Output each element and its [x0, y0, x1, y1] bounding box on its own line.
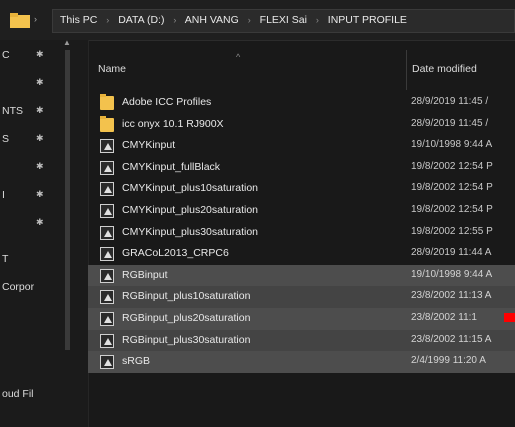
date-modified: 28/9/2019 11:45 /	[411, 117, 489, 129]
icc-profile-icon	[100, 333, 114, 348]
file-row[interactable]: RGBinput 19/10/1998 9:44 A	[88, 264, 515, 287]
icc-profile-icon	[100, 160, 114, 175]
date-modified: 19/10/1998 9:44 A	[411, 139, 493, 151]
folder-icon	[100, 94, 114, 110]
file-row[interactable]: RGBinput_plus10saturation 23/8/2002 11:13…	[88, 286, 515, 308]
nav-item[interactable]: Corpor	[0, 278, 76, 298]
pin-icon[interactable]: ✱	[36, 77, 44, 88]
nav-item-label: S	[2, 133, 10, 145]
breadcrumb-input-profile[interactable]: INPUT PROFILE	[328, 14, 407, 26]
pin-icon[interactable]: ✱	[36, 161, 44, 172]
nav-item[interactable]: T	[0, 250, 76, 270]
breadcrumb-separator[interactable]: ›	[173, 15, 176, 25]
date-modified: 19/8/2002 12:55 P	[411, 225, 493, 237]
pin-icon[interactable]: ✱	[36, 217, 44, 228]
file-name: sRGB	[122, 355, 151, 368]
file-row[interactable]: CMYKinput_plus30saturation 19/8/2002 12:5…	[88, 222, 515, 244]
file-row[interactable]: GRACoL2013_CRPC6 28/9/2019 11:44 A	[88, 243, 515, 265]
icc-profile-icon	[100, 139, 114, 154]
file-name: CMYKinput	[122, 139, 176, 152]
column-divider[interactable]	[406, 50, 407, 90]
file-name: RGBinput_plus20saturation	[122, 311, 251, 324]
file-name: GRACoL2013_CRPC6	[122, 247, 229, 260]
file-name: icc onyx 10.1 RJ900X	[122, 117, 224, 130]
column-header-date-modified[interactable]: Date modified	[412, 63, 477, 75]
folder-icon	[100, 115, 114, 132]
date-modified: 28/9/2019 11:44 A	[411, 247, 492, 259]
file-name: CMYKinput_plus30saturation	[122, 225, 258, 238]
date-modified: 19/8/2002 12:54 P	[411, 203, 493, 215]
folder-row[interactable]: Adobe ICC Profiles 28/9/2019 11:45 /	[88, 92, 515, 114]
breadcrumb[interactable]: This PC › DATA (D:) › ANH VANG › FLEXI S…	[60, 14, 407, 26]
date-modified: 19/10/1998 9:44 A	[411, 268, 493, 280]
nav-item-label: Corpor	[2, 281, 35, 293]
folder-row[interactable]: icc onyx 10.1 RJ900X 28/9/2019 11:45 /	[88, 114, 515, 136]
pin-icon[interactable]: ✱	[36, 49, 44, 60]
chevron-right-icon[interactable]: ›	[34, 14, 37, 24]
breadcrumb-anh-vang[interactable]: ANH VANG	[185, 14, 239, 26]
breadcrumb-flexi-sai[interactable]: FLEXI Sai	[260, 14, 307, 26]
date-modified: 28/9/2019 11:45 /	[411, 96, 489, 107]
date-modified: 19/8/2002 12:54 P	[411, 160, 493, 172]
nav-item-label: T	[2, 253, 9, 265]
nav-item[interactable]: I ✱	[0, 186, 76, 206]
date-modified: 19/8/2002 12:54 P	[411, 182, 493, 194]
file-name: CMYKinput_plus10saturation	[122, 182, 258, 195]
nav-item[interactable]: ✱	[0, 158, 76, 178]
file-name: CMYKinput_fullBlack	[122, 160, 221, 173]
column-header-row: ^ Name Date modified	[88, 50, 515, 90]
breadcrumb-this-pc[interactable]: This PC	[60, 14, 97, 26]
pin-icon[interactable]: ✱	[36, 105, 44, 116]
breadcrumb-separator[interactable]: ›	[316, 15, 319, 25]
column-header-name[interactable]: Name	[98, 63, 126, 75]
address-bar: › This PC › DATA (D:) › ANH VANG › FLEXI…	[0, 0, 515, 41]
nav-item[interactable]: oud Fil	[0, 385, 76, 405]
icc-profile-icon	[100, 182, 114, 197]
file-row[interactable]: sRGB 2/4/1999 11:20 A	[88, 351, 515, 373]
nav-item[interactable]: ✱	[0, 74, 76, 94]
nav-item[interactable]: S ✱	[0, 130, 76, 150]
nav-item-label: oud Fil	[2, 388, 34, 400]
date-modified: 23/8/2002 11:1	[411, 311, 477, 323]
red-annotation-mark	[504, 312, 515, 322]
sort-ascending-icon: ^	[236, 52, 241, 62]
folder-icon[interactable]	[10, 12, 30, 28]
nav-item-label: I	[2, 189, 5, 201]
breadcrumb-separator[interactable]: ›	[106, 15, 109, 25]
icc-profile-icon	[100, 355, 114, 370]
navigation-pane: ▲ C ✱ ✱ NTS ✱ S ✱ ✱ I ✱ ✱ T Corpor oud Fil	[0, 40, 89, 427]
nav-item[interactable]: ✱	[0, 214, 76, 234]
date-modified: 2/4/1999 11:20 A	[411, 355, 486, 367]
icc-profile-icon	[100, 268, 114, 283]
file-row[interactable]: RGBinput_plus20saturation 23/8/2002 11:1	[88, 307, 515, 330]
file-list: ^ Name Date modified Adobe ICC Profiles 2…	[88, 40, 515, 427]
file-row[interactable]: CMYKinput_plus10saturation 19/8/2002 12:5…	[88, 178, 515, 200]
date-modified: 23/8/2002 11:15 A	[411, 333, 492, 345]
pin-icon[interactable]: ✱	[36, 189, 44, 200]
date-modified: 23/8/2002 11:13 A	[411, 290, 492, 302]
file-row[interactable]: RGBinput_plus30saturation 23/8/2002 11:15…	[88, 329, 515, 352]
icc-profile-icon	[100, 225, 114, 240]
file-row[interactable]: CMYKinput 19/10/1998 9:44 A	[88, 135, 515, 157]
breadcrumb-data-drive[interactable]: DATA (D:)	[118, 14, 164, 26]
file-name: Adobe ICC Profiles	[122, 96, 212, 108]
file-row[interactable]: CMYKinput_plus20saturation 19/8/2002 12:5…	[88, 200, 515, 222]
icc-profile-icon	[100, 247, 114, 262]
file-name: RGBinput_plus10saturation	[122, 290, 251, 303]
file-name: RGBinput_plus30saturation	[122, 333, 251, 346]
nav-item-label: NTS	[2, 105, 23, 117]
nav-item[interactable]: NTS ✱	[0, 102, 76, 122]
icc-profile-icon	[100, 203, 114, 218]
pin-icon[interactable]: ✱	[36, 133, 44, 144]
nav-item[interactable]: C ✱	[0, 46, 76, 66]
file-row[interactable]: CMYKinput_fullBlack 19/8/2002 12:54 P	[88, 157, 515, 179]
nav-item-label: C	[2, 49, 10, 61]
file-name: CMYKinput_plus20saturation	[122, 203, 258, 216]
file-name: RGBinput	[122, 268, 168, 281]
icc-profile-icon	[100, 290, 114, 305]
breadcrumb-separator[interactable]: ›	[248, 15, 251, 25]
icc-profile-icon	[100, 311, 114, 326]
